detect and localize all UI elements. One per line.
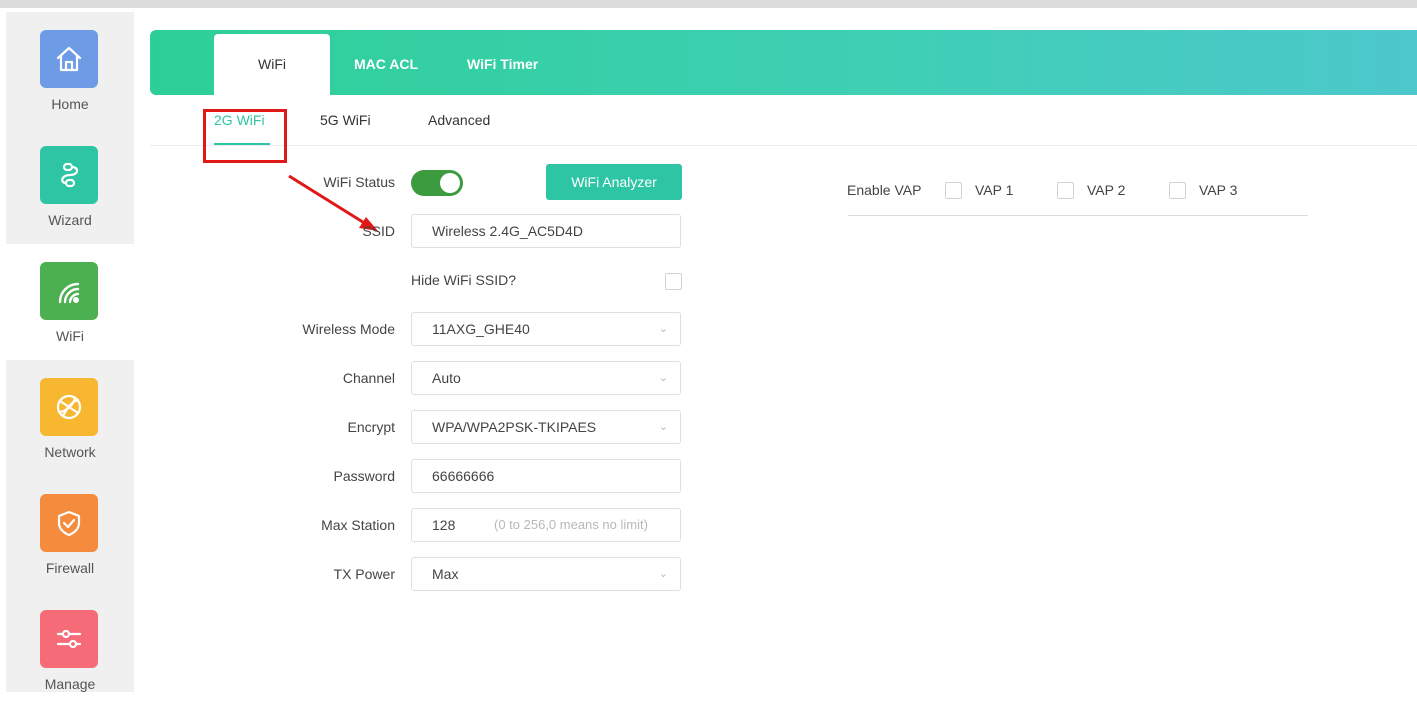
chevron-down-icon: ⌄: [658, 568, 668, 580]
max-station-value: 128: [432, 517, 456, 533]
vap2-checkbox[interactable]: [1057, 182, 1074, 199]
ssid-input[interactable]: Wireless 2.4G_AC5D4D: [411, 214, 681, 248]
encrypt-value: WPA/WPA2PSK-TKIPAES: [432, 419, 597, 435]
chevron-down-icon: ⌄: [658, 372, 668, 384]
annotation-arrow: [288, 174, 378, 231]
channel-label: Channel: [342, 370, 395, 386]
wireless-mode-label: Wireless Mode: [302, 321, 395, 337]
wireless-mode-select[interactable]: 11AXG_GHE40 ⌄: [411, 312, 681, 346]
max-station-label: Max Station: [321, 517, 395, 533]
vap-divider: [848, 215, 1308, 216]
wifi-status-toggle[interactable]: [411, 170, 463, 196]
channel-select[interactable]: Auto ⌄: [411, 361, 681, 395]
vap2-label: VAP 2: [1087, 182, 1126, 198]
ssid-label: SSID: [362, 223, 395, 239]
wifi-status-label: WiFi Status: [323, 174, 395, 190]
encrypt-label: Encrypt: [347, 419, 395, 435]
max-station-hint: (0 to 256,0 means no limit): [494, 517, 648, 532]
encrypt-select[interactable]: WPA/WPA2PSK-TKIPAES ⌄: [411, 410, 681, 444]
toggle-knob: [440, 173, 460, 193]
tx-power-label: TX Power: [333, 566, 395, 582]
chevron-down-icon: ⌄: [658, 421, 668, 433]
hide-ssid-label: Hide WiFi SSID?: [411, 272, 517, 288]
chevron-down-icon: ⌄: [658, 323, 668, 335]
tx-power-value: Max: [432, 566, 459, 582]
enable-vap-label: Enable VAP: [847, 182, 922, 198]
vap1-checkbox[interactable]: [945, 182, 962, 199]
tx-power-select[interactable]: Max ⌄: [411, 557, 681, 591]
vap3-checkbox[interactable]: [1169, 182, 1186, 199]
password-input[interactable]: 66666666: [411, 459, 681, 493]
password-label: Password: [333, 468, 395, 484]
hide-ssid-checkbox[interactable]: [665, 273, 682, 290]
vap1-label: VAP 1: [975, 182, 1014, 198]
wireless-mode-value: 11AXG_GHE40: [432, 321, 530, 337]
wifi-analyzer-button[interactable]: WiFi Analyzer: [546, 164, 682, 200]
max-station-input[interactable]: 128 (0 to 256,0 means no limit): [411, 508, 681, 542]
channel-value: Auto: [432, 370, 461, 386]
vap3-label: VAP 3: [1199, 182, 1238, 198]
